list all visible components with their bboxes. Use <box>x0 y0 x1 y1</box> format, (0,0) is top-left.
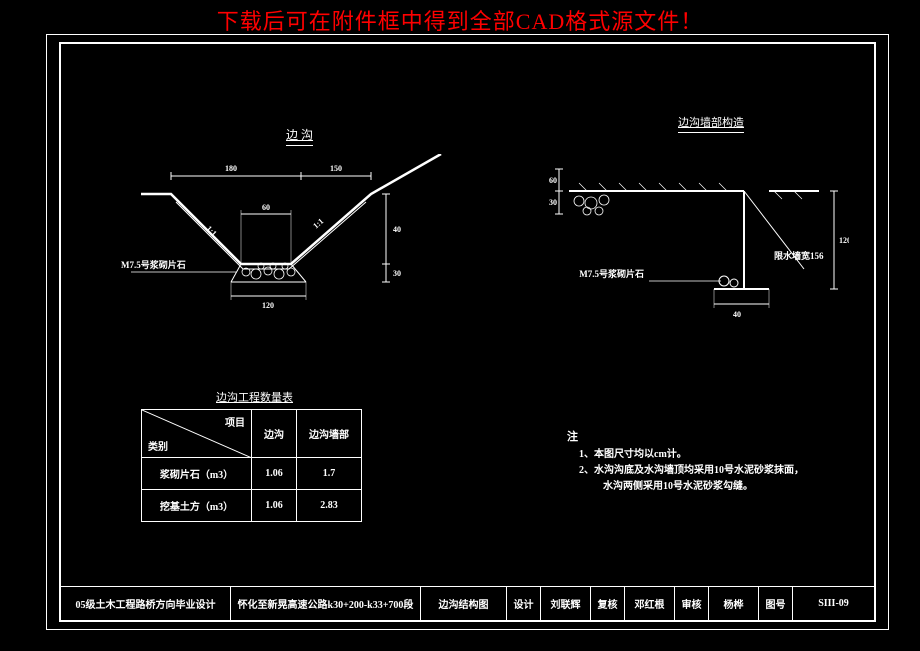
svg-text:40: 40 <box>393 225 401 234</box>
table-row: 浆砌片石（m3） 1.06 1.7 <box>142 458 362 490</box>
download-banner: 下载后可在附件框中得到全部CAD格式源文件！ <box>0 4 920 36</box>
svg-text:1:1: 1:1 <box>205 224 219 238</box>
tb-l4: 图号 <box>759 587 793 620</box>
note-item: 水沟两侧采用10号水泥砂浆勾缝。 <box>567 479 804 495</box>
tb-v2: 邓红根 <box>625 587 675 620</box>
tb-road: 怀化至新晃高速公路k30+200-k33+700段 <box>231 587 421 620</box>
svg-text:180: 180 <box>225 164 237 173</box>
tb-l1: 设计 <box>507 587 541 620</box>
left-drawing-title: 边 沟 <box>286 126 313 146</box>
title-block: 05级土木工程路桥方向毕业设计 怀化至新晃高速公路k30+200-k33+700… <box>61 586 874 620</box>
notes-block: 注 1、本图尺寸均以cm计。 2、水沟沟底及水沟墙顶均采用10号水泥砂浆抹面， … <box>567 429 804 495</box>
svg-text:120: 120 <box>262 301 274 310</box>
svg-text:M7.5号浆砌片石: M7.5号浆砌片石 <box>579 268 644 279</box>
notes-title: 注 <box>567 429 804 447</box>
svg-text:30: 30 <box>549 198 557 207</box>
tb-l2: 复核 <box>591 587 625 620</box>
svg-text:30: 30 <box>393 269 401 278</box>
svg-text:M7.5号浆砌片石: M7.5号浆砌片石 <box>121 259 186 270</box>
tb-project: 05级土木工程路桥方向毕业设计 <box>61 587 231 620</box>
drawing-frame-outer: 边 沟 180 150 <box>46 34 889 630</box>
quantity-table: 项目 类别 边沟 边沟墙部 浆砌片石（m3） 1.06 1.7 挖基土方（m3）… <box>141 409 362 522</box>
note-item: 2、水沟沟底及水沟墙顶均采用10号水泥砂浆抹面， <box>567 463 804 479</box>
svg-text:60: 60 <box>549 176 557 185</box>
tb-l3: 审核 <box>675 587 709 620</box>
svg-text:120: 120 <box>839 236 849 245</box>
right-drawing-title: 边沟墙部构造 <box>678 114 744 133</box>
tb-v1: 刘联辉 <box>541 587 591 620</box>
svg-text:150: 150 <box>330 164 342 173</box>
drawing-frame-inner: 边 沟 180 150 <box>59 42 876 622</box>
svg-text:限水墙宽156: 限水墙宽156 <box>774 250 824 261</box>
qty-table-title: 边沟工程数量表 <box>216 389 293 405</box>
tb-v4: SIII-09 <box>793 587 874 620</box>
svg-text:1:1: 1:1 <box>311 217 325 231</box>
table-row: 挖基土方（m3） 1.06 2.83 <box>142 490 362 522</box>
ditch-cross-section: 180 150 1:1 1:1 <box>111 154 461 314</box>
svg-text:60: 60 <box>262 203 270 212</box>
note-item: 1、本图尺寸均以cm计。 <box>567 447 804 463</box>
table-diag-header: 项目 类别 <box>142 410 252 458</box>
svg-text:40: 40 <box>733 310 741 319</box>
tb-drawing-name: 边沟结构图 <box>421 587 507 620</box>
col-header-1: 边沟 <box>252 410 297 458</box>
col-header-2: 边沟墙部 <box>297 410 362 458</box>
tb-v3: 杨桦 <box>709 587 759 620</box>
wall-section: 60 30 120 40 M7.5号浆砌片石 限水墙宽156 <box>549 139 849 339</box>
